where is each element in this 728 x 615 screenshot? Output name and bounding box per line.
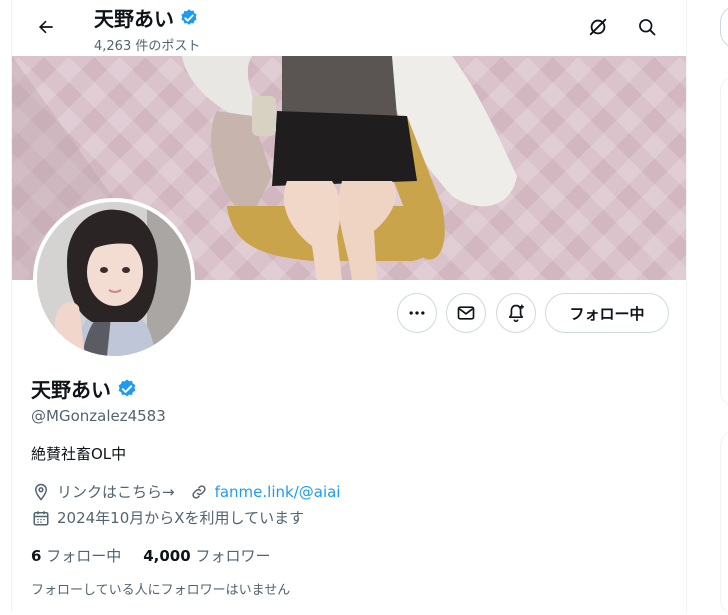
right-sidebar	[720, 0, 728, 615]
avatar-image	[37, 202, 191, 356]
profile-joined-row: 2024年10月からXを利用しています	[31, 507, 304, 528]
profile-column: 天野あい 4,263 件のポスト フォロー中 天野あい @MGonzalez45…	[11, 0, 687, 613]
joined-date: 2024年10月からXを利用しています	[57, 509, 305, 527]
search-icon	[639, 19, 656, 36]
profile-handle: @MGonzalez4583	[31, 407, 166, 425]
message-button[interactable]	[446, 293, 486, 333]
sidebar-search-box[interactable]	[720, 6, 728, 48]
header-name: 天野あい	[94, 7, 174, 31]
notification-bell-icon	[508, 304, 524, 323]
verified-badge-icon[interactable]	[116, 378, 138, 400]
top-bar: 天野あい 4,263 件のポスト	[12, 0, 686, 56]
grok-icon	[589, 18, 607, 36]
following-button[interactable]: フォロー中	[545, 293, 669, 333]
followers-stat[interactable]: 4,000 フォロワー	[143, 545, 270, 566]
link-icon	[189, 482, 209, 502]
more-icon	[409, 311, 425, 315]
header-title: 天野あい	[94, 3, 199, 32]
profile-avatar[interactable]	[33, 198, 195, 360]
following-stat[interactable]: 6 フォロー中	[31, 545, 121, 566]
post-count: 4,263 件のポスト	[94, 39, 201, 54]
sidebar-card	[720, 430, 728, 615]
more-button[interactable]	[397, 293, 437, 333]
followers-count: 4,000	[143, 547, 191, 565]
profile-name-row: 天野あい	[31, 374, 138, 403]
back-button[interactable]	[29, 10, 63, 44]
following-label: フォロー中	[46, 547, 122, 565]
notifications-button[interactable]	[496, 293, 536, 333]
grok-button[interactable]	[581, 10, 615, 44]
message-icon	[457, 306, 475, 320]
profile-meta-links: リンクはこちら→ fanme.link/@aiai	[31, 481, 340, 502]
following-count: 6	[31, 547, 42, 565]
followers-label: フォロワー	[195, 547, 271, 565]
calendar-icon	[31, 508, 51, 528]
follow-stats: 6 フォロー中 4,000 フォロワー	[31, 545, 270, 566]
profile-website-link[interactable]: fanme.link/@aiai	[215, 483, 341, 501]
arrow-left-icon	[39, 20, 53, 34]
location-text: リンクはこちら→	[57, 483, 175, 501]
location-icon	[31, 482, 51, 502]
search-button[interactable]	[630, 10, 664, 44]
profile-name: 天野あい	[31, 378, 111, 402]
sidebar-card	[720, 75, 728, 407]
mutual-followers-note: フォローしている人にフォロワーはいません	[31, 583, 291, 598]
verified-badge-icon	[181, 8, 197, 25]
profile-bio: 絶賛社畜OL中	[31, 445, 127, 463]
